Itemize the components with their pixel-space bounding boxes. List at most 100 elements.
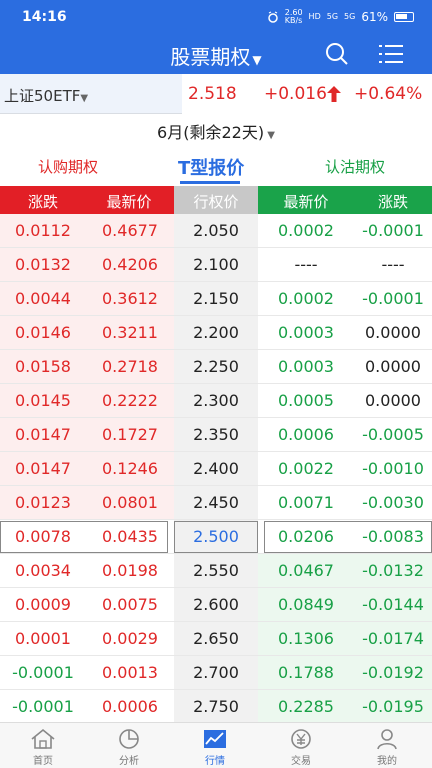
strike-price-cell[interactable]: 2.200 [174,316,258,350]
call-change-cell[interactable]: -0.0001 [0,656,86,690]
option-row[interactable]: 0.0132 0.4206 2.100 ---- ---- [0,248,432,282]
strike-price-cell[interactable]: 2.150 [174,282,258,316]
menu-icon[interactable] [378,42,404,66]
call-change-cell[interactable]: 0.0001 [0,622,86,656]
option-row[interactable]: 0.0147 0.1727 2.350 0.0006 -0.0005 [0,418,432,452]
nav-analysis[interactable]: 分析 [86,723,172,768]
option-row[interactable]: 0.0078 0.0435 2.500 0.0206 -0.0083 [0,520,432,554]
put-last-price-cell[interactable]: 0.0071 [258,486,354,520]
call-change-cell[interactable]: 0.0132 [0,248,86,282]
put-last-price-cell[interactable]: 0.0467 [258,554,354,588]
tab-put-options[interactable]: 认沽期权 [325,156,385,177]
strike-price-cell[interactable]: 2.550 [174,554,258,588]
page-title-dropdown[interactable]: 股票期权 ▼ [0,41,432,70]
header-call-change[interactable]: 涨跌 [0,191,86,212]
expiry-selector[interactable]: 6月(剩余22天) ▼ [0,114,432,146]
call-last-price-cell[interactable]: 0.2222 [86,384,174,418]
put-change-cell[interactable]: -0.0030 [354,486,432,520]
put-last-price-cell[interactable]: ---- [258,248,354,282]
put-change-cell[interactable]: -0.0001 [354,282,432,316]
put-change-cell[interactable]: 0.0000 [354,384,432,418]
put-change-cell[interactable]: -0.0005 [354,418,432,452]
put-last-price-cell[interactable]: 0.0022 [258,452,354,486]
call-change-cell[interactable]: 0.0009 [0,588,86,622]
put-last-price-cell[interactable]: 0.1306 [258,622,354,656]
put-change-cell[interactable]: -0.0174 [354,622,432,656]
put-last-price-cell[interactable]: 0.0003 [258,350,354,384]
put-change-cell[interactable]: -0.0001 [354,214,432,248]
strike-price-cell[interactable]: 2.250 [174,350,258,384]
call-last-price-cell[interactable]: 0.0013 [86,656,174,690]
put-last-price-cell[interactable]: 0.0005 [258,384,354,418]
put-last-price-cell[interactable]: 0.0002 [258,282,354,316]
call-change-cell[interactable]: -0.0001 [0,690,86,724]
strike-price-cell[interactable]: 2.100 [174,248,258,282]
put-last-price-cell[interactable]: 0.0002 [258,214,354,248]
call-change-cell[interactable]: 0.0146 [0,316,86,350]
call-last-price-cell[interactable]: 0.4677 [86,214,174,248]
put-change-cell[interactable]: -0.0192 [354,656,432,690]
nav-home[interactable]: 首页 [0,723,86,768]
header-put-change[interactable]: 涨跌 [354,191,432,212]
put-change-cell[interactable]: ---- [354,248,432,282]
option-row[interactable]: 0.0147 0.1246 2.400 0.0022 -0.0010 [0,452,432,486]
call-last-price-cell[interactable]: 0.0198 [86,554,174,588]
option-row[interactable]: 0.0009 0.0075 2.600 0.0849 -0.0144 [0,588,432,622]
option-row[interactable]: 0.0146 0.3211 2.200 0.0003 0.0000 [0,316,432,350]
header-put-last[interactable]: 最新价 [258,191,354,212]
tab-call-options[interactable]: 认购期权 [38,156,98,177]
call-last-price-cell[interactable]: 0.0029 [86,622,174,656]
strike-price-cell[interactable]: 2.700 [174,656,258,690]
underlying-selector[interactable]: 上证50ETF▼ [4,85,88,106]
call-change-cell[interactable]: 0.0034 [0,554,86,588]
call-last-price-cell[interactable]: 0.3612 [86,282,174,316]
put-change-cell[interactable]: 0.0000 [354,350,432,384]
option-row[interactable]: -0.0001 0.0013 2.700 0.1788 -0.0192 [0,656,432,690]
option-row[interactable]: 0.0123 0.0801 2.450 0.0071 -0.0030 [0,486,432,520]
put-change-cell[interactable]: -0.0010 [354,452,432,486]
call-last-price-cell[interactable]: 0.2718 [86,350,174,384]
option-row[interactable]: 0.0145 0.2222 2.300 0.0005 0.0000 [0,384,432,418]
put-last-price-cell[interactable]: 0.2285 [258,690,354,724]
call-change-cell[interactable]: 0.0112 [0,214,86,248]
put-change-cell[interactable]: -0.0132 [354,554,432,588]
call-last-price-cell[interactable]: 0.3211 [86,316,174,350]
call-change-cell[interactable]: 0.0158 [0,350,86,384]
header-call-last[interactable]: 最新价 [86,191,172,212]
call-change-cell[interactable]: 0.0147 [0,452,86,486]
strike-price-cell[interactable]: 2.300 [174,384,258,418]
call-last-price-cell[interactable]: 0.0801 [86,486,174,520]
put-change-cell[interactable]: -0.0144 [354,588,432,622]
option-row[interactable]: 0.0158 0.2718 2.250 0.0003 0.0000 [0,350,432,384]
put-change-cell[interactable]: -0.0195 [354,690,432,724]
put-last-price-cell[interactable]: 0.1788 [258,656,354,690]
call-last-price-cell[interactable]: 0.0006 [86,690,174,724]
option-row[interactable]: 0.0001 0.0029 2.650 0.1306 -0.0174 [0,622,432,656]
option-row[interactable]: 0.0044 0.3612 2.150 0.0002 -0.0001 [0,282,432,316]
strike-price-cell[interactable]: 2.650 [174,622,258,656]
strike-price-cell[interactable]: 2.600 [174,588,258,622]
option-row[interactable]: -0.0001 0.0006 2.750 0.2285 -0.0195 [0,690,432,724]
search-icon[interactable] [324,41,350,67]
header-strike[interactable]: 行权价 [174,191,258,212]
call-change-cell[interactable]: 0.0044 [0,282,86,316]
call-last-price-cell[interactable]: 0.1246 [86,452,174,486]
strike-price-cell[interactable]: 2.350 [174,418,258,452]
call-change-cell[interactable]: 0.0147 [0,418,86,452]
tab-t-quote[interactable]: T型报价 [178,154,244,180]
option-row[interactable]: 0.0112 0.4677 2.050 0.0002 -0.0001 [0,214,432,248]
strike-price-cell[interactable]: 2.450 [174,486,258,520]
nav-market[interactable]: 行情 [172,723,258,768]
call-change-cell[interactable]: 0.0145 [0,384,86,418]
strike-price-cell[interactable]: 2.050 [174,214,258,248]
strike-price-cell[interactable]: 2.750 [174,690,258,724]
call-last-price-cell[interactable]: 0.4206 [86,248,174,282]
call-last-price-cell[interactable]: 0.1727 [86,418,174,452]
option-row[interactable]: 0.0034 0.0198 2.550 0.0467 -0.0132 [0,554,432,588]
put-last-price-cell[interactable]: 0.0006 [258,418,354,452]
put-last-price-cell[interactable]: 0.0003 [258,316,354,350]
strike-price-cell[interactable]: 2.400 [174,452,258,486]
nav-trade[interactable]: 交易 [258,723,344,768]
call-change-cell[interactable]: 0.0123 [0,486,86,520]
put-last-price-cell[interactable]: 0.0849 [258,588,354,622]
